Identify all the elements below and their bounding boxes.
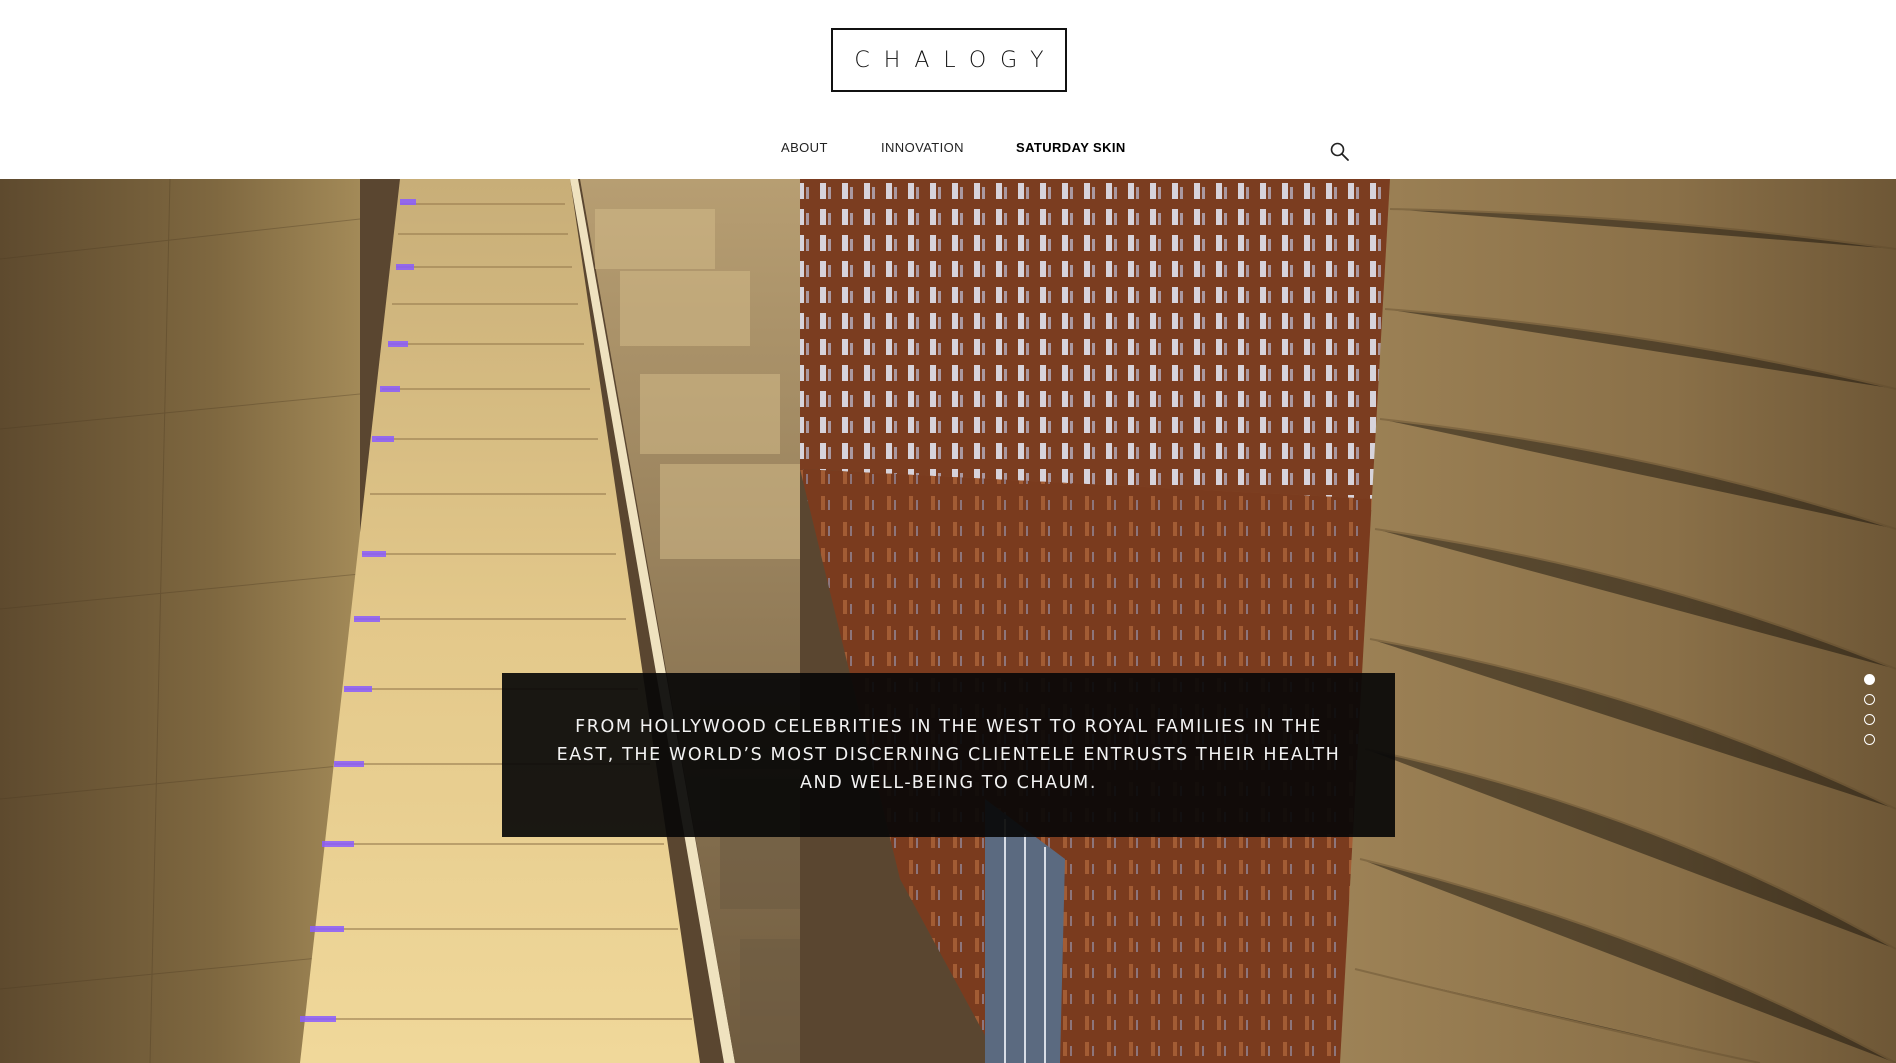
slider-dot-1[interactable] [1864, 674, 1875, 685]
brand-logo[interactable]: CHALOGY [831, 28, 1067, 92]
hero-slider: FROM HOLLYWOOD CELEBRITIES IN THE WEST T… [0, 179, 1896, 1063]
search-icon[interactable] [1329, 141, 1351, 163]
nav-item-innovation[interactable]: INNOVATION [881, 140, 964, 155]
main-nav: ABOUT INNOVATION SATURDAY SKIN [0, 140, 1896, 160]
slider-dot-4[interactable] [1864, 734, 1875, 745]
slider-dot-2[interactable] [1864, 694, 1875, 705]
nav-item-saturday-skin[interactable]: SATURDAY SKIN [1016, 140, 1126, 155]
hero-background-image [0, 179, 1896, 1063]
hero-quote-text: FROM HOLLYWOOD CELEBRITIES IN THE WEST T… [556, 717, 1341, 793]
site-header: CHALOGY ABOUT INNOVATION SATURDAY SKIN [0, 0, 1896, 179]
hero-quote-box: FROM HOLLYWOOD CELEBRITIES IN THE WEST T… [502, 673, 1395, 837]
slider-dot-3[interactable] [1864, 714, 1875, 725]
slider-pagination [1864, 674, 1878, 754]
nav-item-about[interactable]: ABOUT [781, 140, 828, 155]
